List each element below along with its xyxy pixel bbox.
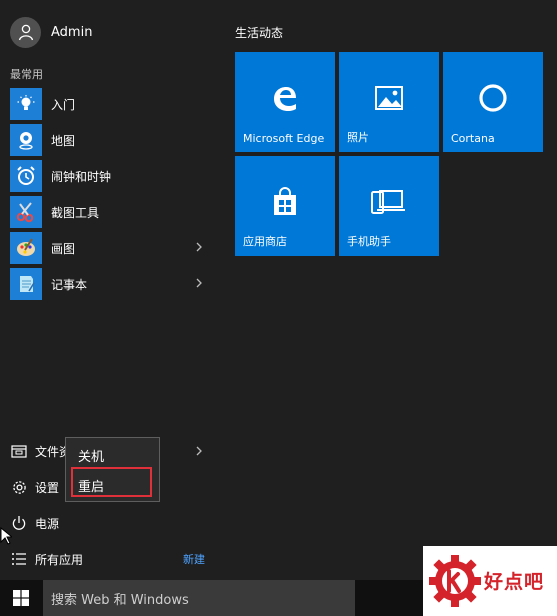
power-icon (10, 514, 28, 532)
start-menu: Admin 最常用 入门 地图 闹钟和时钟 截图工具 画图 记事本 文件资 设置… (0, 0, 557, 616)
app-label: 闹钟和时钟 (51, 169, 112, 184)
app-label: 地图 (51, 133, 76, 148)
store-icon (274, 187, 296, 215)
paint-icon (10, 232, 42, 264)
windows-logo-icon (13, 590, 29, 606)
tile-label: 应用商店 (243, 235, 287, 248)
user-account[interactable]: Admin (10, 16, 92, 48)
start-button[interactable] (0, 580, 42, 616)
chevron-right-icon[interactable] (193, 445, 205, 457)
restart-option[interactable]: 重启 (78, 476, 104, 495)
user-avatar-icon (10, 16, 41, 48)
tile-photos[interactable]: 照片 (339, 52, 439, 152)
most-used-heading: 最常用 (10, 68, 43, 81)
mouse-cursor-icon (0, 527, 12, 545)
app-item-get-started[interactable]: 入门 (0, 86, 215, 122)
tile-label: 手机助手 (347, 235, 391, 248)
app-label: 画图 (51, 241, 76, 256)
file-explorer-icon (10, 442, 28, 460)
tile-label: Microsoft Edge (243, 132, 325, 145)
maps-icon (10, 124, 42, 156)
phone-companion-icon (371, 190, 405, 214)
new-badge: 新建 (183, 553, 205, 566)
search-placeholder: 搜索 Web 和 Windows (51, 592, 189, 608)
tile-phone-companion[interactable]: 手机助手 (339, 156, 439, 256)
edge-icon (274, 87, 296, 111)
app-item-maps[interactable]: 地图 (0, 122, 215, 158)
all-apps-item[interactable]: 所有应用 新建 (0, 544, 215, 574)
app-label: 入门 (51, 97, 76, 112)
tile-label: Cortana (451, 132, 495, 145)
photos-icon (375, 86, 403, 110)
tile-microsoft-edge[interactable]: Microsoft Edge (235, 52, 335, 152)
user-name: Admin (51, 24, 93, 40)
app-item-alarms[interactable]: 闹钟和时钟 (0, 158, 215, 194)
app-item-paint[interactable]: 画图 (0, 230, 215, 266)
live-tiles-heading: 生活动态 (235, 26, 284, 40)
snipping-tool-icon (10, 196, 42, 228)
app-item-notepad[interactable]: 记事本 (0, 266, 215, 302)
chevron-right-icon[interactable] (193, 241, 205, 253)
alarm-clock-icon (10, 160, 42, 192)
all-apps-label: 所有应用 (35, 552, 84, 567)
power-label: 电源 (35, 516, 60, 531)
tile-store[interactable]: 应用商店 (235, 156, 335, 256)
list-icon (10, 550, 28, 568)
tile-label: 照片 (347, 131, 369, 144)
chevron-right-icon[interactable] (193, 277, 205, 289)
notepad-icon (10, 268, 42, 300)
settings-label: 设置 (35, 480, 60, 495)
app-item-snipping-tool[interactable]: 截图工具 (0, 194, 215, 230)
shutdown-option[interactable]: 关机 (78, 446, 104, 465)
gear-icon (10, 478, 28, 496)
app-label: 截图工具 (51, 205, 100, 220)
power-menu: 关机 重启 (65, 437, 160, 502)
watermark-logo-icon (429, 555, 481, 607)
tile-cortana[interactable]: Cortana (443, 52, 543, 152)
search-input[interactable]: 搜索 Web 和 Windows (43, 580, 355, 616)
cortana-icon (479, 84, 507, 112)
watermark-text: 好点吧 (484, 571, 545, 593)
power-item[interactable]: 电源 (0, 508, 215, 538)
watermark: 好点吧 (423, 546, 557, 616)
most-used-list: 入门 地图 闹钟和时钟 截图工具 画图 记事本 (0, 86, 215, 302)
app-label: 记事本 (51, 277, 88, 292)
lightbulb-icon (10, 88, 42, 120)
